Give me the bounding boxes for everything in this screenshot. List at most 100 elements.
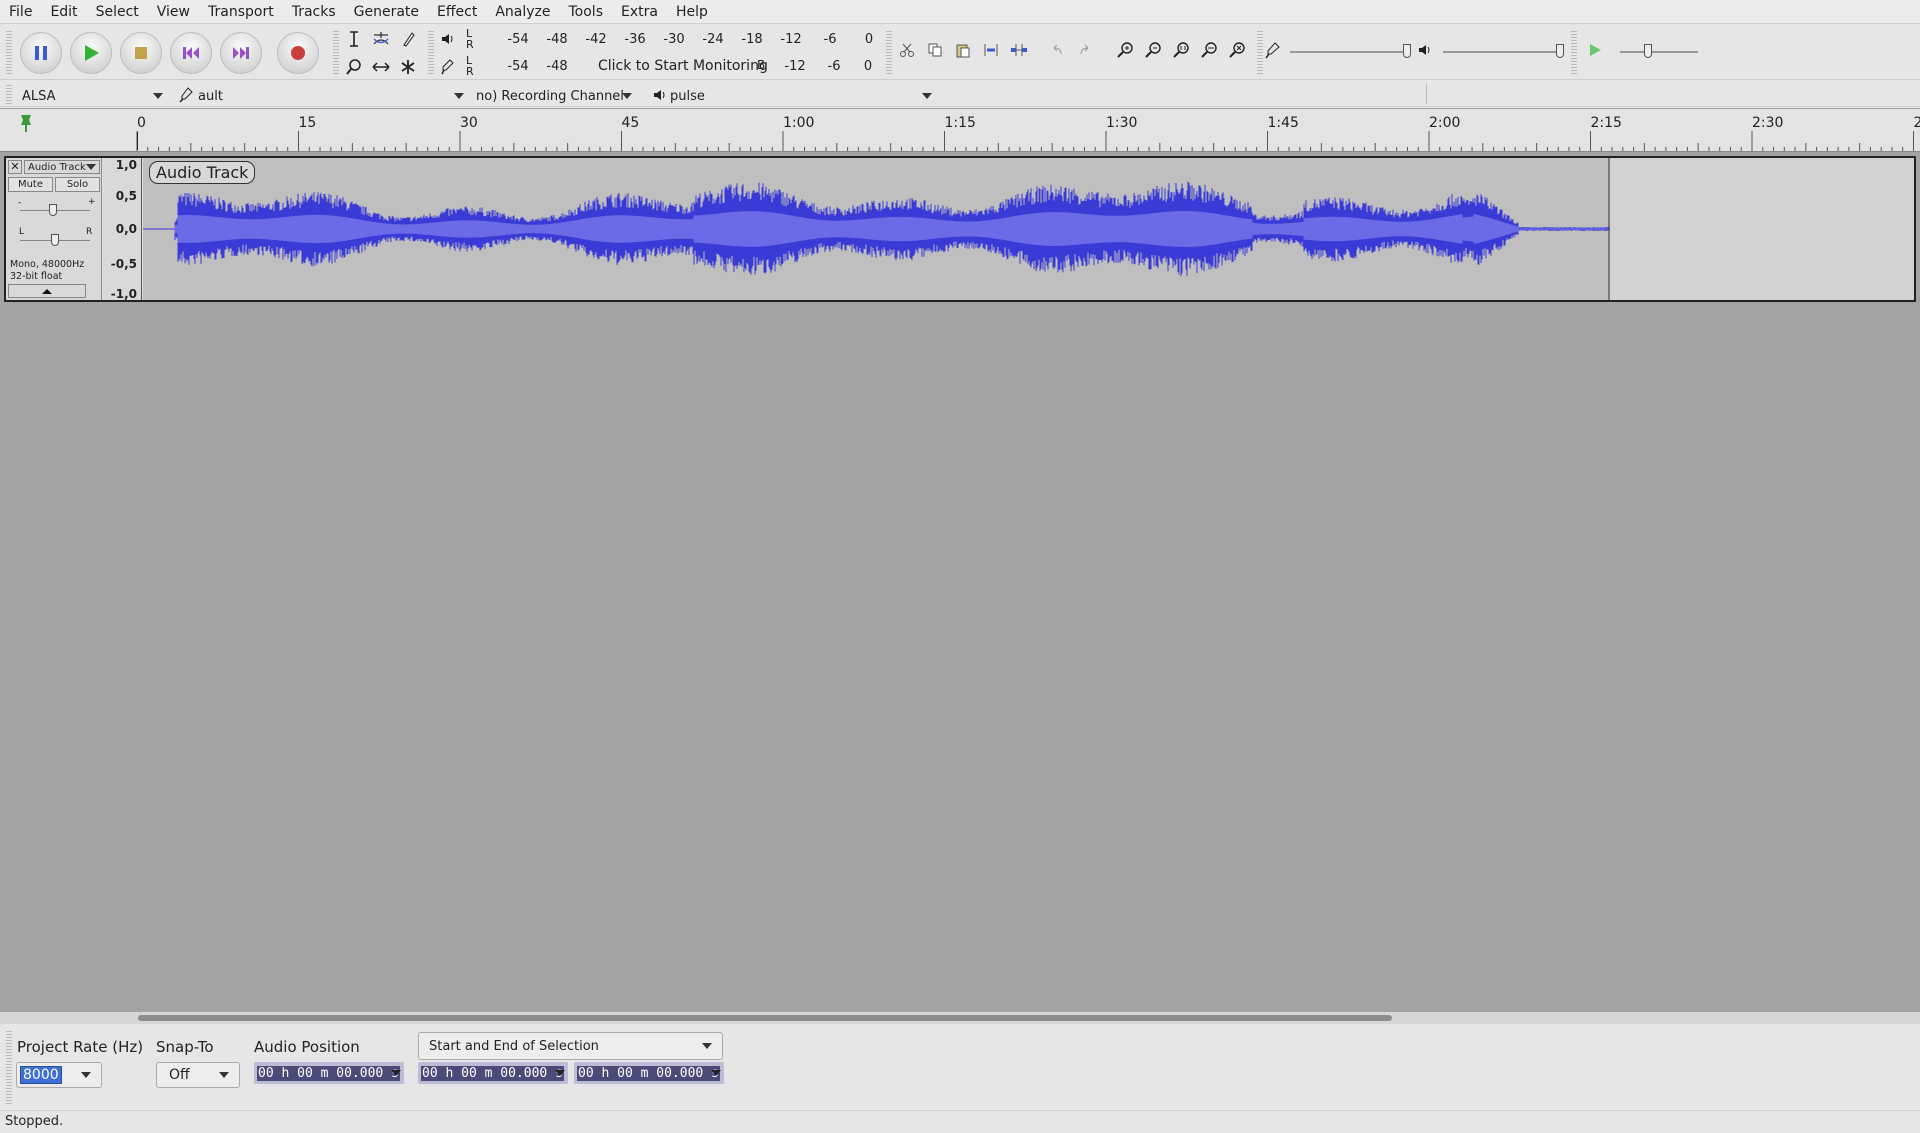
- silence-audio-button[interactable]: [1007, 38, 1031, 62]
- selection-end-value: 00 h 00 m 00.000 s: [577, 1065, 720, 1081]
- stop-button[interactable]: [120, 32, 162, 74]
- toolbar-grip[interactable]: [886, 30, 892, 74]
- playback-meter[interactable]: LR -54 -48 -42 -36 -30 -24 -18 -12 -6 0: [460, 28, 876, 52]
- selection-end-time[interactable]: 00 h 00 m 00.000 s: [574, 1062, 724, 1084]
- track-menu-button[interactable]: Audio Track: [24, 160, 100, 174]
- playback-volume-thumb[interactable]: [1556, 44, 1564, 58]
- recording-volume-thumb[interactable]: [1403, 44, 1411, 58]
- paste-button[interactable]: [951, 38, 975, 62]
- play-at-speed-button[interactable]: [1583, 38, 1607, 62]
- ruler-label: 0: [137, 115, 146, 131]
- empty-track-region[interactable]: [1610, 158, 1914, 300]
- trim-audio-button[interactable]: [979, 38, 1003, 62]
- playback-device-dropdown[interactable]: pulse: [670, 85, 936, 107]
- play-speed-thumb[interactable]: [1644, 44, 1652, 58]
- redo-button[interactable]: [1073, 38, 1097, 62]
- fit-project-button[interactable]: [1197, 38, 1221, 62]
- audio-track[interactable]: ✕ Audio Track Mute Solo - + L R Mono, 48…: [4, 156, 1916, 302]
- fit-selection-button[interactable]: [1169, 38, 1193, 62]
- collapse-track-button[interactable]: [8, 284, 86, 298]
- waveform-area[interactable]: Audio Track: [143, 158, 1610, 300]
- menu-effect[interactable]: Effect: [428, 0, 486, 24]
- undo-button[interactable]: [1045, 38, 1069, 62]
- scale-label: -0,5: [110, 257, 137, 271]
- recording-device-value: ault: [198, 88, 223, 104]
- menu-tracks[interactable]: Tracks: [283, 0, 345, 24]
- project-rate-input[interactable]: 8000: [20, 1066, 62, 1084]
- toolbar-area: LR -54 -48 -42 -36 -30 -24 -18 -12 -6 0 LR -54 -4…: [0, 24, 1920, 108]
- record-meter-mic-icon[interactable]: [436, 55, 460, 79]
- menu-file[interactable]: File: [0, 0, 41, 24]
- zoom-out-button[interactable]: [1141, 38, 1165, 62]
- audio-host-dropdown[interactable]: ALSA: [22, 85, 167, 107]
- menu-extra[interactable]: Extra: [612, 0, 667, 24]
- timeline-ruler[interactable]: 0 15 30 45 1:00 1:15 1:30 1:45 2:00 2:15 2:30 2:45: [0, 109, 1920, 152]
- time-shift-tool-button[interactable]: [369, 55, 393, 79]
- recording-device-dropdown[interactable]: ault: [198, 85, 468, 107]
- gain-slider[interactable]: [20, 204, 90, 216]
- pan-slider[interactable]: [20, 234, 90, 246]
- toolbar-grip[interactable]: [333, 30, 339, 74]
- menu-view[interactable]: View: [148, 0, 199, 24]
- zoom-in-button[interactable]: [1113, 38, 1137, 62]
- meter-tick: -18: [741, 32, 763, 47]
- envelope-tool-button[interactable]: [369, 27, 393, 51]
- close-track-button[interactable]: ✕: [8, 160, 22, 174]
- menu-edit[interactable]: Edit: [41, 0, 86, 24]
- menu-transport[interactable]: Transport: [199, 0, 283, 24]
- gain-slider-thumb[interactable]: [49, 204, 57, 216]
- zoom-tool-button[interactable]: [342, 55, 366, 79]
- track-info: Mono, 48000Hz 32-bit float: [10, 259, 84, 283]
- playback-volume-slider[interactable]: [1443, 44, 1564, 58]
- device-toolbar: ALSA ault no) Recording Channel pulse: [0, 81, 1920, 107]
- track-name-label: Audio Track: [28, 161, 86, 173]
- copy-button[interactable]: [923, 38, 947, 62]
- skip-end-icon: [233, 47, 249, 59]
- menu-tools[interactable]: Tools: [560, 0, 613, 24]
- toolbar-grip[interactable]: [6, 30, 12, 74]
- selection-tool-button[interactable]: [342, 27, 366, 51]
- skip-to-end-button[interactable]: [220, 32, 262, 74]
- recording-channels-value: no) Recording Channel: [476, 88, 624, 104]
- play-button[interactable]: [70, 32, 112, 74]
- toolbar-grip[interactable]: [6, 1030, 12, 1104]
- mute-button[interactable]: Mute: [8, 177, 53, 192]
- click-to-start-monitoring[interactable]: Click to Start Monitoring: [596, 58, 770, 74]
- zoom-in-icon: [1117, 42, 1133, 58]
- skip-to-start-button[interactable]: [170, 32, 212, 74]
- snap-to-dropdown[interactable]: Off: [156, 1062, 240, 1088]
- clip-name-label[interactable]: Audio Track: [149, 161, 256, 184]
- toolbar-grip[interactable]: [6, 84, 12, 104]
- toolbar-grip[interactable]: [1571, 30, 1577, 74]
- recording-channels-dropdown[interactable]: no) Recording Channel: [476, 85, 636, 107]
- menu-generate[interactable]: Generate: [345, 0, 428, 24]
- cut-button[interactable]: [895, 38, 919, 62]
- menu-help[interactable]: Help: [667, 0, 717, 24]
- menu-select[interactable]: Select: [87, 0, 148, 24]
- recording-volume-slider[interactable]: [1290, 44, 1411, 58]
- horizontal-scrollbar[interactable]: [0, 1012, 1920, 1024]
- project-rate-combo[interactable]: 8000: [16, 1062, 102, 1088]
- vertical-scale[interactable]: 1,0 0,5 0,0 -0,5 -1,0: [103, 158, 142, 301]
- meter-tick: -6: [823, 32, 837, 47]
- play-speed-slider[interactable]: [1620, 44, 1698, 58]
- audio-position-label: Audio Position: [254, 1038, 360, 1056]
- horizontal-scrollbar-thumb[interactable]: [138, 1015, 1392, 1021]
- audio-position-time[interactable]: 00 h 00 m 00.000 s: [254, 1062, 404, 1084]
- pan-slider-thumb[interactable]: [51, 234, 59, 246]
- recording-device-mic-icon: [178, 87, 196, 107]
- playback-meter-scale: -54 -48 -42 -36 -30 -24 -18 -12 -6 0: [480, 32, 876, 48]
- draw-tool-button[interactable]: [396, 27, 420, 51]
- selection-mode-dropdown[interactable]: Start and End of Selection: [418, 1032, 723, 1060]
- toolbar-grip[interactable]: [428, 30, 434, 74]
- playback-meter-speaker-icon[interactable]: [436, 27, 460, 51]
- selection-start-time[interactable]: 00 h 00 m 00.000 s: [418, 1062, 568, 1084]
- record-meter[interactable]: LR -54 -48 Click to Start Monitoring B -…: [460, 55, 876, 79]
- multi-tool-button[interactable]: [396, 55, 420, 79]
- menu-analyze[interactable]: Analyze: [486, 0, 559, 24]
- solo-button[interactable]: Solo: [55, 177, 100, 192]
- record-button[interactable]: [277, 32, 319, 74]
- pause-button[interactable]: [20, 32, 62, 74]
- ruler-label: 1:15: [944, 115, 976, 131]
- zoom-toggle-button[interactable]: [1225, 38, 1249, 62]
